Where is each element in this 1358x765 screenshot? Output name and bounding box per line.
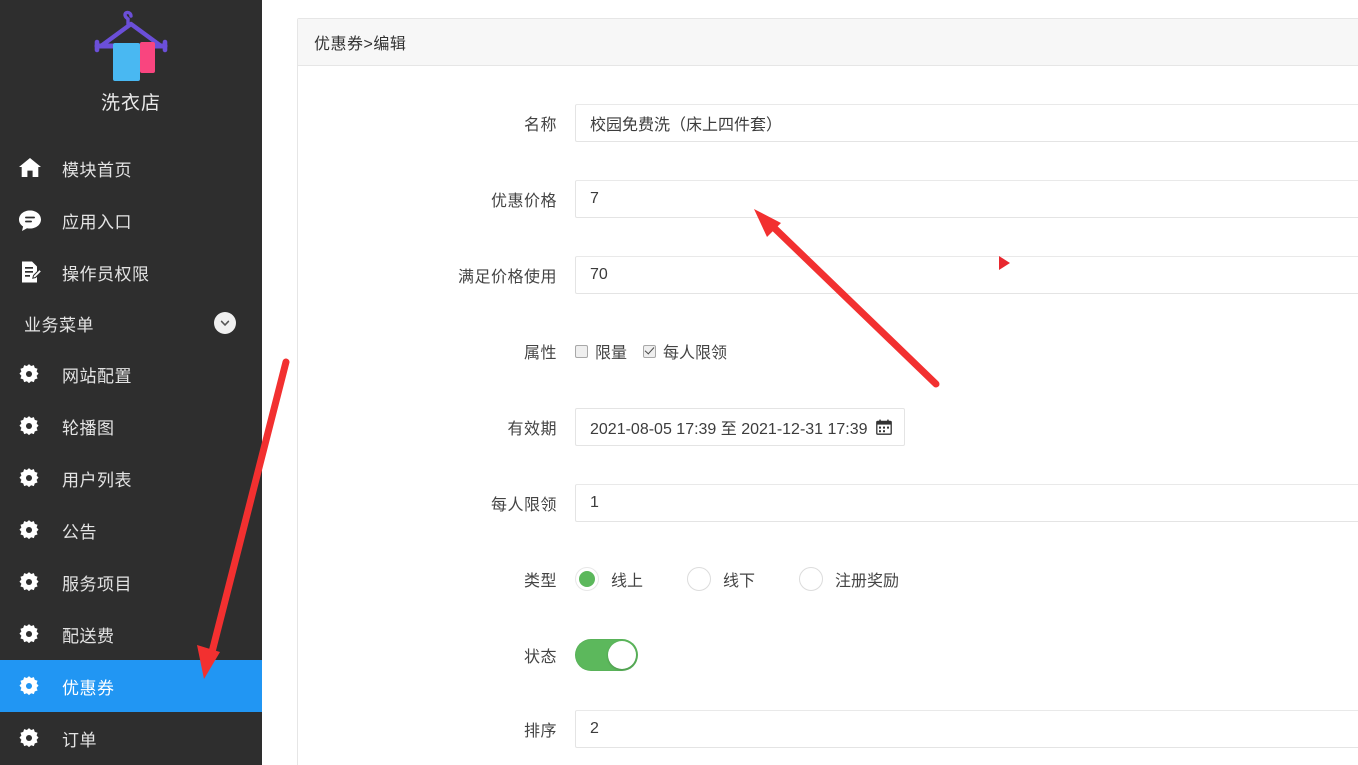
type-radio-group: 线上 线下 注册奖励 <box>575 567 899 591</box>
radio-offline[interactable]: 线下 <box>687 567 755 591</box>
breadcrumb: 优惠券>编辑 <box>314 36 407 53</box>
sidebar-item-service-items[interactable]: 服务项目 <box>0 556 262 608</box>
validity-value: 2021-08-05 17:39 至 2021-12-31 17:39 <box>590 421 868 438</box>
price-label: 优惠价格 <box>490 193 557 210</box>
sidebar-item-delivery-fee[interactable]: 配送费 <box>0 608 262 660</box>
edit-card: 优惠券>编辑 名称 校园免费洗（床上四件套） 优惠价格 7 满足价格使用 70 … <box>297 18 1358 765</box>
per-person-limit-label: 每人限领 <box>490 497 557 514</box>
attributes-checkbox-group: 限量 每人限领 <box>575 339 727 363</box>
gear-icon <box>18 673 52 699</box>
gear-icon <box>18 361 52 387</box>
sidebar-item-coupon[interactable]: 优惠券 <box>0 660 262 712</box>
name-input[interactable]: 校园免费洗（床上四件套） <box>575 104 1358 142</box>
sidebar-item-label: 订单 <box>62 730 97 750</box>
sidebar-item-operator-permissions[interactable]: 操作员权限 <box>0 246 262 298</box>
radio-dot[interactable] <box>687 567 712 591</box>
brand-name: 洗衣店 <box>100 93 161 114</box>
sort-label: 排序 <box>523 723 557 740</box>
sidebar-item-label: 操作员权限 <box>62 264 150 284</box>
calendar-icon[interactable] <box>875 419 892 435</box>
home-icon <box>18 155 52 181</box>
chat-bubble-icon <box>18 207 52 233</box>
name-label: 名称 <box>523 117 557 134</box>
form-row-type: 类型 线上 线下 注册奖励 <box>298 556 1358 602</box>
gear-icon <box>18 413 52 439</box>
sidebar-nav: 模块首页 应用入口 操作员权限 业务菜单 网站配置 轮播图 用户列表 公告 服务… <box>0 142 262 764</box>
threshold-input[interactable]: 70 <box>575 256 1358 294</box>
main-content: 优惠券>编辑 名称 校园免费洗（床上四件套） 优惠价格 7 满足价格使用 70 … <box>262 0 1358 765</box>
validity-daterange-input[interactable]: 2021-08-05 17:39 至 2021-12-31 17:39 <box>575 408 905 446</box>
form-row-validity: 有效期 2021-08-05 17:39 至 2021-12-31 17:39 <box>298 404 1358 450</box>
form-row-name: 名称 校园免费洗（床上四件套） <box>298 100 1358 146</box>
clothes-hanger-logo-icon <box>83 6 179 90</box>
sidebar-item-label: 模块首页 <box>62 160 132 180</box>
card-header: 优惠券>编辑 <box>298 19 1358 66</box>
sort-input[interactable]: 2 <box>575 710 1358 748</box>
radio-label: 注册奖励 <box>835 573 900 590</box>
sidebar-group-label: 业务菜单 <box>24 315 94 335</box>
sidebar-item-label: 配送费 <box>62 626 115 646</box>
checkbox-label: 每人限领 <box>663 345 728 362</box>
sidebar-item-carousel[interactable]: 轮播图 <box>0 400 262 452</box>
radio-online[interactable]: 线上 <box>575 567 643 591</box>
sidebar-item-label: 公告 <box>62 522 97 542</box>
sidebar-item-site-config[interactable]: 网站配置 <box>0 348 262 400</box>
sidebar-item-label: 应用入口 <box>62 212 132 232</box>
price-input[interactable]: 7 <box>575 180 1358 218</box>
form-row-per-person-limit: 每人限领 1 <box>298 480 1358 526</box>
per-person-limit-input[interactable]: 1 <box>575 484 1358 522</box>
form-row-threshold: 满足价格使用 70 <box>298 252 1358 298</box>
sidebar-item-user-list[interactable]: 用户列表 <box>0 452 262 504</box>
type-label: 类型 <box>523 573 557 590</box>
sidebar-item-announcement[interactable]: 公告 <box>0 504 262 556</box>
sidebar-item-label: 服务项目 <box>62 574 132 594</box>
gear-icon <box>18 465 52 491</box>
status-label: 状态 <box>523 649 557 666</box>
sidebar-item-orders[interactable]: 订单 <box>0 712 262 764</box>
threshold-label: 满足价格使用 <box>457 269 557 286</box>
gear-icon <box>18 621 52 647</box>
toggle-knob <box>608 641 636 669</box>
sidebar-group-business-menu[interactable]: 业务菜单 <box>0 298 262 348</box>
sidebar-item-label: 轮播图 <box>62 418 115 438</box>
brand: 洗衣店 <box>0 0 262 116</box>
checkbox-box-unchecked[interactable] <box>575 344 588 358</box>
status-toggle-switch[interactable] <box>575 639 638 671</box>
radio-label: 线下 <box>723 573 756 590</box>
radio-dot[interactable] <box>799 567 824 591</box>
form-row-status: 状态 <box>298 632 1358 678</box>
sidebar: 洗衣店 模块首页 应用入口 操作员权限 业务菜单 网站配置 轮播图 用户列表 公… <box>0 0 262 765</box>
checkbox-label: 限量 <box>595 345 628 362</box>
gear-icon <box>18 569 52 595</box>
checkbox-per-person-limit[interactable]: 每人限领 <box>643 339 727 363</box>
attributes-label: 属性 <box>523 345 557 362</box>
chevron-down-icon[interactable] <box>214 312 236 334</box>
sidebar-item-app-entry[interactable]: 应用入口 <box>0 194 262 246</box>
coupon-edit-form: 名称 校园免费洗（床上四件套） 优惠价格 7 满足价格使用 70 属性 限量 每… <box>298 66 1358 752</box>
form-row-sort: 排序 2 <box>298 706 1358 752</box>
checkbox-limited-quantity[interactable]: 限量 <box>575 339 627 363</box>
form-row-attributes: 属性 限量 每人限领 <box>298 328 1358 374</box>
form-row-price: 优惠价格 7 <box>298 176 1358 222</box>
gear-icon <box>18 517 52 543</box>
checkbox-box-checked[interactable] <box>643 344 657 358</box>
sidebar-item-label: 用户列表 <box>62 470 132 490</box>
sidebar-item-label: 网站配置 <box>62 366 132 386</box>
app-root: 洗衣店 模块首页 应用入口 操作员权限 业务菜单 网站配置 轮播图 用户列表 公… <box>0 0 1358 765</box>
radio-dot-selected[interactable] <box>575 567 599 591</box>
document-edit-icon <box>18 259 52 285</box>
radio-label: 线上 <box>611 573 644 590</box>
gear-icon <box>18 725 52 751</box>
sidebar-item-label: 优惠券 <box>62 678 115 698</box>
sidebar-item-module-home[interactable]: 模块首页 <box>0 142 262 194</box>
validity-label: 有效期 <box>507 421 557 438</box>
radio-register-reward[interactable]: 注册奖励 <box>799 567 899 591</box>
